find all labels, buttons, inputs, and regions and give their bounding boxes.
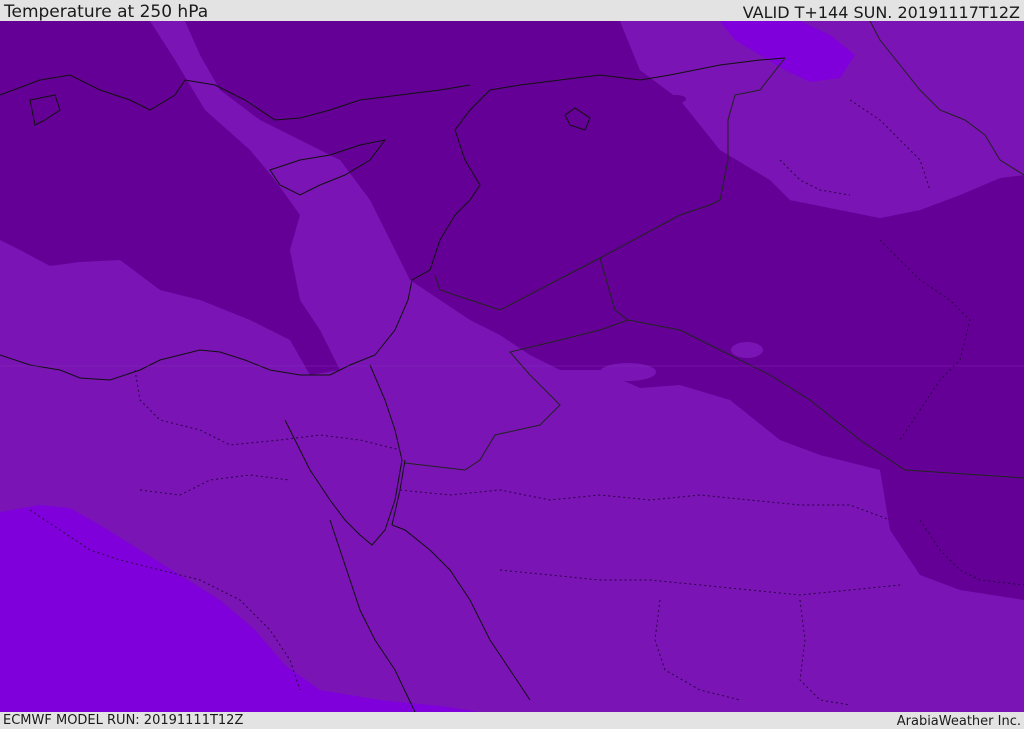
map-panel [0,21,1024,712]
temperature-map [0,21,1024,712]
model-run-label: ECMWF MODEL RUN: 20191111T12Z [3,713,244,728]
temperature-patch-east [731,342,763,358]
credit-label: ArabiaWeather Inc. [896,714,1021,729]
map-title: Temperature at 250 hPa [4,2,209,22]
footer-bar: ECMWF MODEL RUN: 20191111T12Z ArabiaWeat… [0,712,1024,729]
valid-time-label: VALID T+144 SUN. 20191117T12Z [742,3,1020,22]
header-bar: Temperature at 250 hPa VALID T+144 SUN. … [0,0,1024,21]
temperature-patch-north [666,95,686,103]
